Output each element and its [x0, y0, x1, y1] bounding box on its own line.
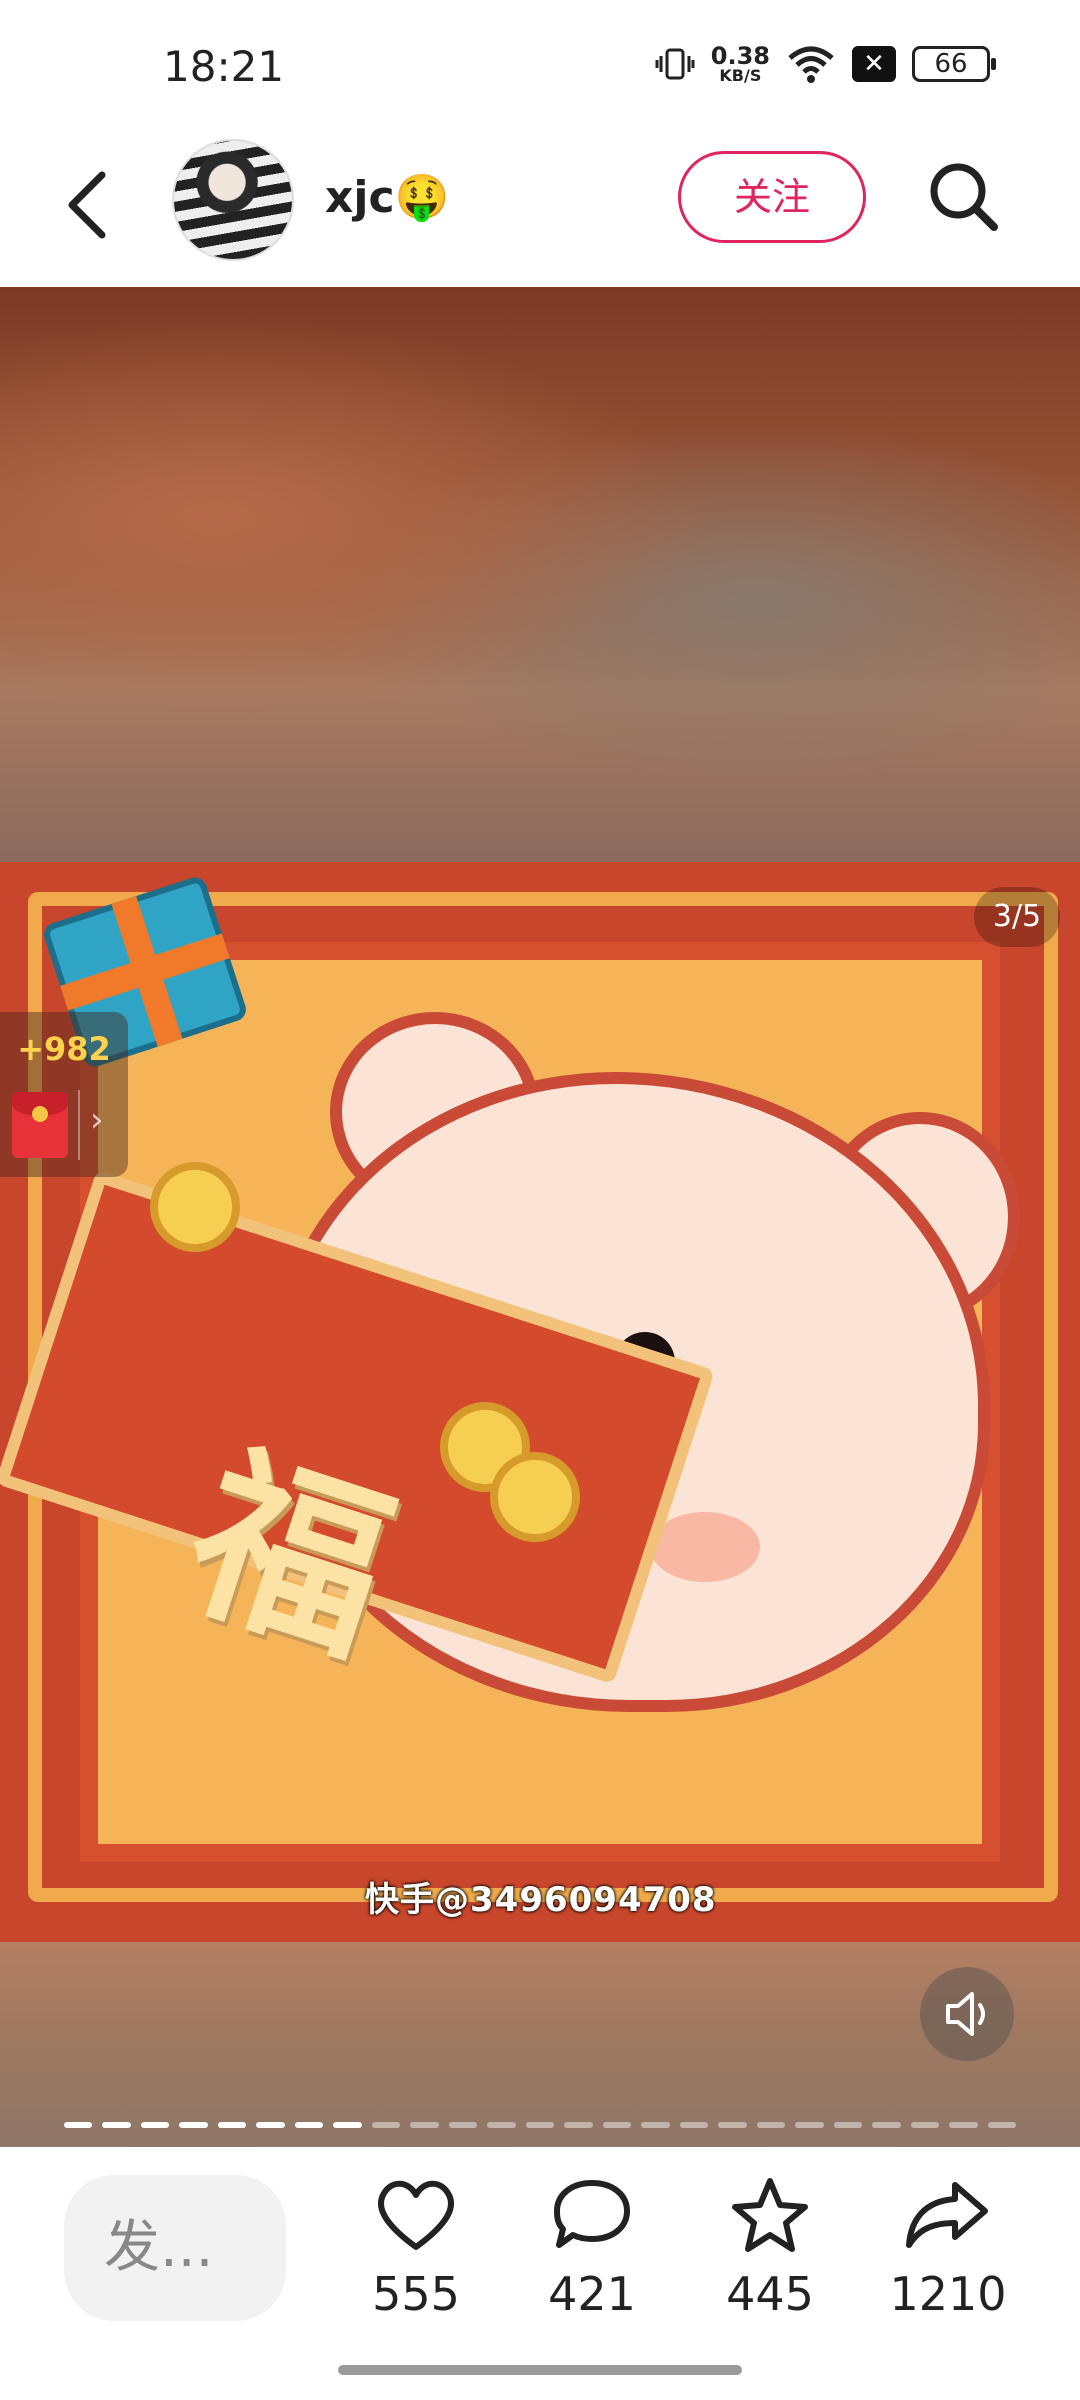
share-icon [906, 2182, 988, 2248]
page-indicator-dot [795, 2122, 824, 2128]
heart-icon [377, 2180, 455, 2250]
page-indicator-dot [64, 2122, 93, 2128]
net-speed-value: 0.38 [710, 42, 770, 70]
page-indicator-dot [987, 2122, 1017, 2128]
page-indicator-dot [448, 2122, 478, 2128]
page-indicator-dot [371, 2122, 401, 2128]
blurred-background-bottom [0, 1942, 1080, 2147]
battery-icon: 66 [912, 46, 996, 82]
comment-input[interactable]: 发... [64, 2175, 286, 2321]
page-indicator-dot [872, 2122, 901, 2128]
bear-cheek-right [650, 1512, 760, 1582]
page-indicator [64, 2122, 1017, 2128]
net-speed-unit: KB/S [719, 66, 762, 85]
status-bar: 18:21 0.38 KB/S ✕ 66 [0, 0, 1080, 135]
chevron-right-icon[interactable]: › [90, 1100, 104, 1140]
page-indicator-dot [949, 2122, 978, 2128]
page-indicator-dot [333, 2122, 362, 2128]
page-indicator-dot [756, 2122, 786, 2128]
page-indicator-dot [602, 2122, 632, 2128]
page-indicator-dot [910, 2122, 940, 2128]
page-indicator-dot [564, 2122, 593, 2128]
page-indicator-dot [179, 2122, 208, 2128]
page-indicator-dot [525, 2122, 555, 2128]
blurred-background-top [0, 287, 1080, 862]
page-indicator-dot [410, 2122, 439, 2128]
red-packet-icon [12, 1092, 68, 1158]
gold-coin [490, 1452, 580, 1542]
network-speed: 0.38 KB/S [711, 44, 770, 84]
page-indicator-dot [102, 2122, 131, 2128]
like-button[interactable]: 555 [346, 2175, 486, 2321]
watermark: 快手@3496094708 [365, 1880, 717, 1920]
gold-coin [150, 1162, 240, 1252]
favorite-button[interactable]: 445 [700, 2175, 840, 2321]
page-indicator-dot [140, 2122, 170, 2128]
share-count: 1210 [889, 2267, 1007, 2321]
star-icon [732, 2178, 808, 2252]
bottom-action-bar: 发... 555 421 445 1210 [0, 2147, 1080, 2400]
page-indicator-dot [679, 2122, 709, 2128]
comment-icon [554, 2180, 630, 2248]
page-indicator-dot [833, 2122, 863, 2128]
search-icon[interactable] [924, 157, 1004, 237]
volume-button[interactable] [920, 1967, 1014, 2061]
post-image[interactable]: 福 快手@3496094708 [0, 862, 1080, 1942]
profile-header: xjc🤑 关注 [0, 135, 1080, 285]
page-counter: 3/5 [974, 887, 1060, 947]
back-arrow-icon[interactable] [58, 165, 118, 245]
comment-count: 421 [548, 2267, 636, 2321]
no-sim-icon: ✕ [852, 46, 896, 82]
comment-button[interactable]: 421 [522, 2175, 662, 2321]
page-indicator-dot [641, 2122, 670, 2128]
reward-widget[interactable]: +982 › [0, 1012, 128, 1177]
like-count: 555 [372, 2267, 460, 2321]
page-indicator-dot [294, 2122, 324, 2128]
page-indicator-dot [256, 2122, 285, 2128]
status-icons: 0.38 KB/S ✕ 66 [655, 44, 996, 84]
speaker-icon [946, 1992, 985, 2036]
page-indicator-dot [217, 2122, 247, 2128]
username[interactable]: xjc🤑 [325, 171, 449, 223]
reward-divider [78, 1090, 80, 1160]
share-button[interactable]: 1210 [878, 2175, 1018, 2321]
page-indicator-dot [487, 2122, 516, 2128]
follow-button[interactable]: 关注 [678, 151, 866, 243]
media-viewer[interactable]: 福 快手@3496094708 3/5 +982 › [0, 287, 1080, 2147]
home-indicator[interactable] [338, 2365, 742, 2375]
reward-amount: +982 [17, 1030, 111, 1068]
favorite-count: 445 [726, 2267, 814, 2321]
page-indicator-dot [718, 2122, 747, 2128]
avatar[interactable] [172, 139, 294, 261]
vibrate-icon [655, 48, 695, 80]
wifi-icon [788, 46, 834, 83]
status-time: 18:21 [163, 42, 285, 91]
